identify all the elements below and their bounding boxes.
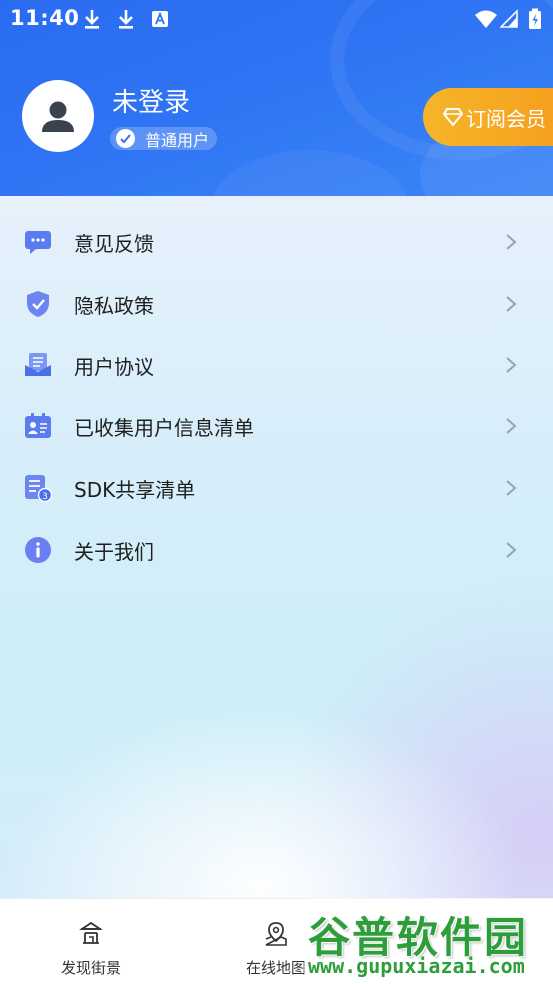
pavilion-icon [79, 921, 103, 944]
user-level-label: 普通用户 [145, 130, 210, 150]
chevron-right-icon [506, 357, 517, 373]
menu-item-sdk-share-list[interactable]: 3 SDK共享清单 [0, 458, 553, 518]
watermark: 谷普软件园 www.gupuxiazai.com [304, 898, 553, 984]
status-bar: 11:40 [0, 0, 553, 38]
chevron-right-icon [506, 542, 517, 558]
agreement-icon [24, 351, 52, 379]
map-pin-icon [265, 922, 287, 946]
battery-icon [529, 8, 541, 29]
subscribe-vip-label: 订阅会员 [466, 106, 546, 131]
menu-item-label: 已收集用户信息清单 [74, 415, 254, 440]
chevron-right-icon [506, 234, 517, 250]
svg-text:3: 3 [42, 492, 48, 502]
menu-item-user-agreement[interactable]: 用户协议 [0, 335, 553, 395]
watermark-url: www.gupuxiazai.com [308, 954, 525, 978]
status-time: 11:40 [10, 6, 80, 30]
settings-menu: 意见反馈 隐私政策 用户协议 已收集用户信息清单 3 SDK共享清单 关于我们 [0, 196, 553, 898]
menu-item-feedback[interactable]: 意见反馈 [0, 212, 553, 272]
user-level-badge: 普通用户 [110, 127, 218, 150]
sdk-list-icon: 3 [24, 474, 52, 502]
a-notification-icon [152, 11, 168, 27]
diamond-icon [443, 108, 463, 126]
shield-icon [24, 290, 52, 318]
menu-item-about-us[interactable]: 关于我们 [0, 520, 553, 580]
header-decoration [210, 150, 410, 196]
chevron-right-icon [506, 418, 517, 434]
avatar[interactable] [22, 80, 94, 152]
download-icon [119, 10, 133, 29]
menu-item-privacy-policy[interactable]: 隐私政策 [0, 274, 553, 334]
subscribe-vip-button[interactable]: 订阅会员 [423, 88, 553, 146]
menu-item-label: SDK共享清单 [74, 477, 196, 502]
menu-item-collected-info-list[interactable]: 已收集用户信息清单 [0, 396, 553, 456]
feedback-icon [24, 228, 52, 256]
chevron-right-icon [506, 296, 517, 312]
menu-item-label: 意见反馈 [74, 231, 154, 256]
menu-item-label: 关于我们 [74, 539, 154, 564]
menu-item-label: 隐私政策 [74, 293, 154, 318]
profile-header: 11:40 未登录 普通用户 订阅会员 [0, 0, 553, 196]
signal-icon [500, 9, 518, 28]
id-card-icon [24, 412, 52, 440]
username[interactable]: 未登录 [112, 82, 190, 119]
menu-item-label: 用户协议 [74, 354, 154, 379]
info-icon [24, 536, 52, 564]
nav-tab-label: 发现街景 [60, 959, 121, 977]
wifi-icon [475, 10, 497, 28]
download-icon [85, 10, 99, 29]
user-icon [42, 101, 74, 132]
badge-check-icon [116, 129, 135, 148]
nav-tab-discover-streetview[interactable]: 发现街景 [22, 899, 160, 984]
chevron-right-icon [506, 480, 517, 496]
